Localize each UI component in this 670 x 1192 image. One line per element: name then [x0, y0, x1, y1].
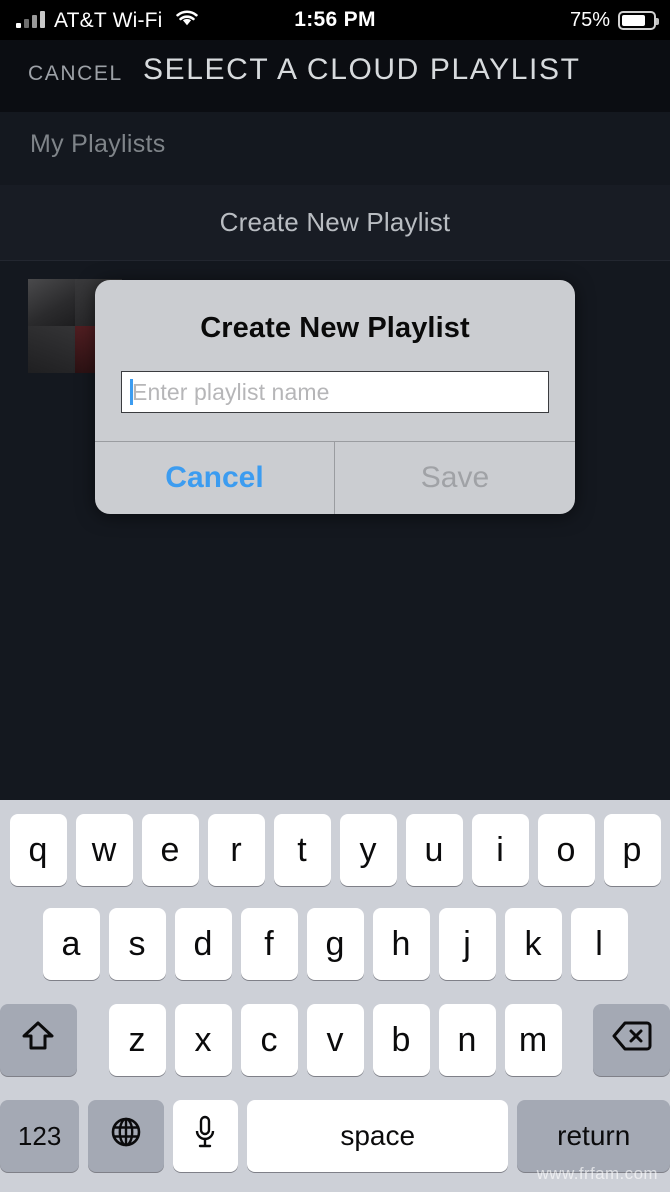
- cellular-signal-icon: [16, 11, 45, 28]
- key-n[interactable]: n: [438, 1004, 496, 1076]
- battery-percent-label: 75%: [569, 8, 610, 31]
- key-h[interactable]: h: [372, 908, 430, 980]
- playlist-name-placeholder: Enter playlist name: [132, 378, 330, 405]
- key-f[interactable]: f: [240, 908, 298, 980]
- dialog-title: Create New Playlist: [200, 312, 470, 344]
- keyboard-row-3: zxcvbnm: [0, 992, 670, 1088]
- key-o[interactable]: o: [537, 814, 595, 886]
- keyboard-row-1: qwertyuiop: [0, 800, 670, 896]
- delete-key[interactable]: [593, 1004, 670, 1076]
- create-new-playlist-row[interactable]: Create New Playlist: [0, 185, 670, 260]
- microphone-icon: [192, 1114, 218, 1159]
- clock-label: 1:56 PM: [294, 8, 376, 31]
- battery-icon: [618, 10, 659, 30]
- key-l[interactable]: l: [570, 908, 628, 980]
- key-g[interactable]: g: [306, 908, 364, 980]
- dialog-body: Enter playlist name: [95, 345, 575, 441]
- globe-key[interactable]: [88, 1100, 164, 1172]
- dictation-key[interactable]: [172, 1100, 238, 1172]
- return-key[interactable]: return: [517, 1100, 670, 1172]
- key-p[interactable]: p: [603, 814, 661, 886]
- key-r[interactable]: r: [207, 814, 265, 886]
- key-t[interactable]: t: [273, 814, 331, 886]
- shift-arrow-icon: [20, 1019, 56, 1062]
- page-title: SELECT A CLOUD PLAYLIST: [143, 53, 581, 86]
- status-bar: AT&T Wi-Fi 1:56 PM 75%: [0, 0, 670, 40]
- key-c[interactable]: c: [240, 1004, 298, 1076]
- shift-key[interactable]: [0, 1004, 77, 1076]
- backspace-delete-icon: [611, 1020, 653, 1061]
- key-m[interactable]: m: [504, 1004, 562, 1076]
- keyboard-row-4: 123 space return: [0, 1088, 670, 1184]
- section-header-my-playlists: My Playlists: [30, 130, 166, 158]
- navigation-header: CANCEL SELECT A CLOUD PLAYLIST: [0, 40, 670, 112]
- key-y[interactable]: y: [339, 814, 397, 886]
- create-new-playlist-label: Create New Playlist: [219, 207, 451, 237]
- key-z[interactable]: z: [108, 1004, 166, 1076]
- key-i[interactable]: i: [471, 814, 529, 886]
- cancel-button[interactable]: CANCEL: [28, 62, 123, 86]
- key-k[interactable]: k: [504, 908, 562, 980]
- key-v[interactable]: v: [306, 1004, 364, 1076]
- numbers-key[interactable]: 123: [0, 1100, 80, 1172]
- dialog-actions: Cancel Save: [95, 441, 575, 514]
- onscreen-keyboard: qwertyuiop asdfghjkl zxcvbnm 123 space r…: [0, 800, 670, 1192]
- key-j[interactable]: j: [438, 908, 496, 980]
- key-d[interactable]: d: [174, 908, 232, 980]
- space-key[interactable]: space: [246, 1100, 509, 1172]
- dialog-cancel-button[interactable]: Cancel: [95, 442, 335, 514]
- phone-screen: AT&T Wi-Fi 1:56 PM 75% CANCEL SELECT A C…: [0, 0, 670, 1192]
- key-x[interactable]: x: [174, 1004, 232, 1076]
- key-w[interactable]: w: [75, 814, 133, 886]
- keyboard-row-2: asdfghjkl: [0, 896, 670, 992]
- key-e[interactable]: e: [141, 814, 199, 886]
- key-a[interactable]: a: [42, 908, 100, 980]
- carrier-label: AT&T Wi-Fi: [54, 8, 163, 32]
- key-u[interactable]: u: [405, 814, 463, 886]
- globe-icon: [109, 1115, 143, 1158]
- playlist-name-input[interactable]: Enter playlist name: [121, 371, 549, 413]
- wifi-icon: [174, 8, 200, 32]
- create-playlist-dialog: Create New Playlist Enter playlist name …: [95, 280, 575, 514]
- status-bar-right: 75%: [569, 0, 659, 40]
- dialog-save-button[interactable]: Save: [335, 442, 575, 514]
- key-q[interactable]: q: [9, 814, 67, 886]
- keyboard-row-3-letters: zxcvbnm: [108, 1004, 562, 1076]
- key-s[interactable]: s: [108, 908, 166, 980]
- key-b[interactable]: b: [372, 1004, 430, 1076]
- status-bar-left: AT&T Wi-Fi: [16, 0, 200, 40]
